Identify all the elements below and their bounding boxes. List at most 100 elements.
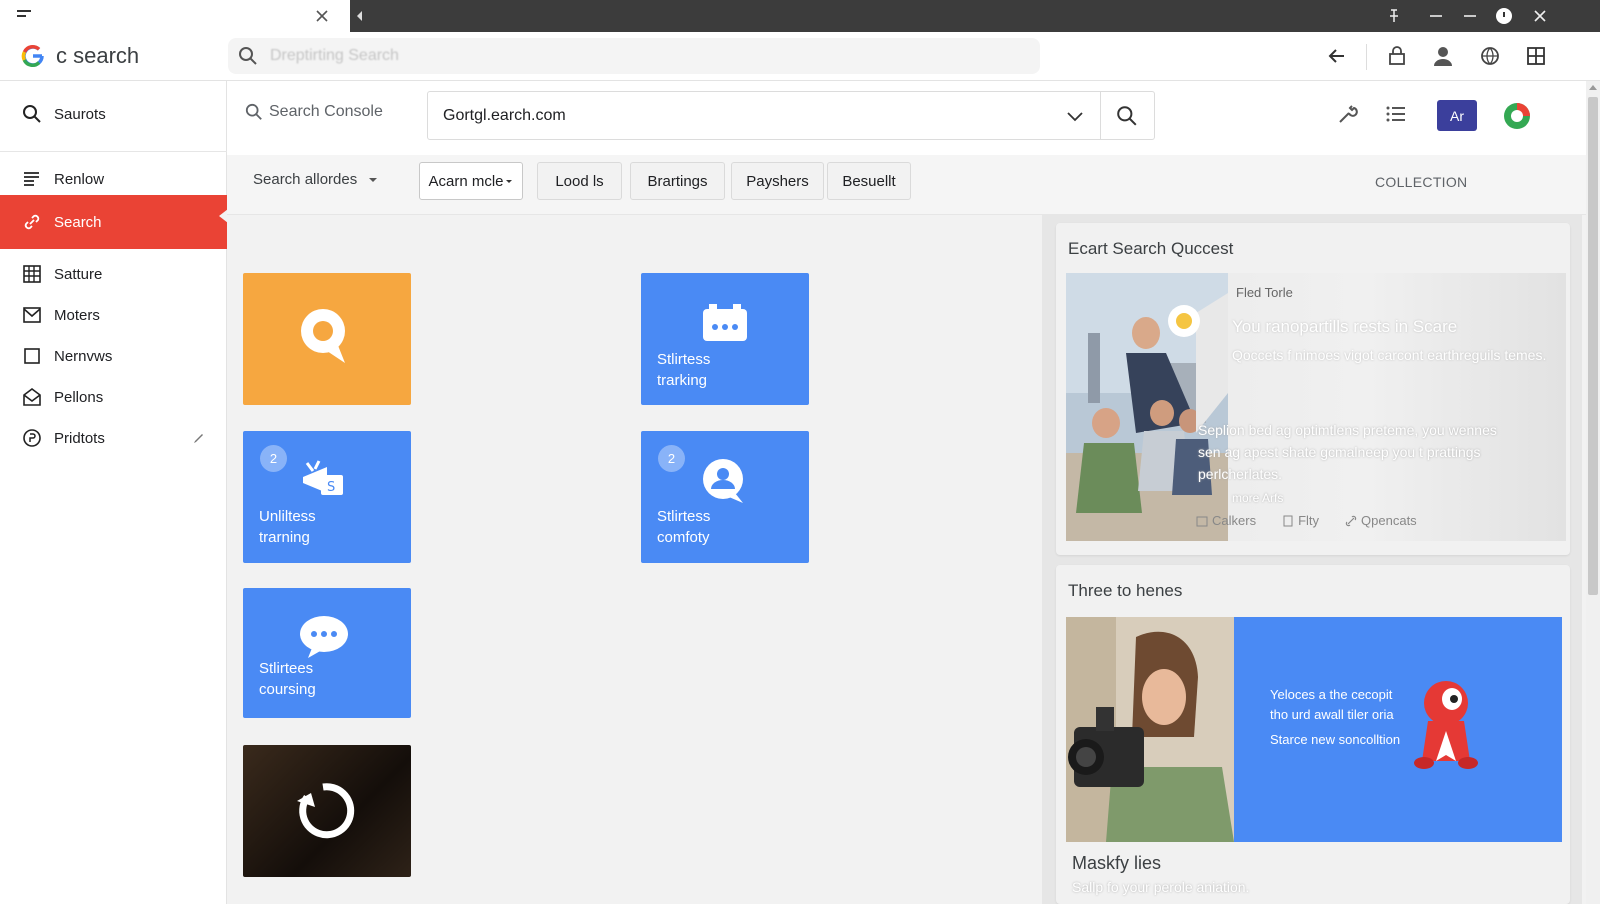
sidebar-item-nernvws[interactable]: Nernvws: [0, 335, 227, 377]
chip-label: Payshers: [746, 172, 809, 190]
sidebar-item-search[interactable]: Search: [0, 195, 228, 249]
action-qpencats[interactable]: Qpencats: [1345, 513, 1417, 528]
tile-stlirtess-trarking[interactable]: Stlirtess trarking: [641, 273, 809, 405]
grid-icon[interactable]: [1525, 45, 1547, 67]
chip-label: Besuellt: [842, 172, 896, 190]
lock-icon[interactable]: [1386, 45, 1408, 67]
action-label: Flty: [1298, 513, 1320, 528]
right-panel: Ecart Search Quccest Fled Torle You rano…: [1042, 215, 1582, 904]
sidebar-item-label: Saurots: [54, 105, 106, 123]
chip-besuellt[interactable]: Besuellt: [827, 162, 911, 200]
scrollbar-thumb[interactable]: [1588, 97, 1598, 595]
sidebar-item-pridtots[interactable]: Pridtots: [0, 417, 227, 459]
envelope-open-icon: [22, 387, 42, 407]
logo[interactable]: c search: [20, 38, 139, 74]
sidebar-item-label: Search: [54, 213, 102, 231]
action-label: Calkers: [1212, 513, 1257, 528]
sidebar-item-satture[interactable]: Satture: [0, 253, 227, 295]
svg-text:S: S: [327, 480, 335, 495]
restore-icon[interactable]: [1460, 6, 1480, 26]
hamburger-icon[interactable]: [14, 6, 34, 26]
card-kicker: Fled Torle: [1236, 285, 1293, 300]
sidebar-item-label: Pridtots: [54, 429, 105, 447]
top-search-bar[interactable]: Dreptirting Search: [228, 38, 1040, 74]
chip-lood-ls[interactable]: Lood ls: [537, 162, 622, 200]
collection-label[interactable]: COLLECTION: [1375, 174, 1467, 190]
action-flty[interactable]: Flty: [1282, 513, 1319, 528]
sidebar-item-pellons[interactable]: Pellons: [0, 376, 227, 418]
card-title: Ecart Search Quccest: [1068, 239, 1234, 258]
g-logo-icon: [20, 43, 46, 69]
chat-dots-icon: [298, 614, 350, 658]
wrench-icon[interactable]: [1337, 103, 1359, 125]
back-arrow-icon[interactable]: [350, 6, 370, 26]
filter-dropdown[interactable]: Search allordes: [253, 171, 379, 188]
close-tab-icon[interactable]: [312, 6, 332, 26]
title-bar-dark-area: [350, 0, 1600, 32]
sidebar-search-item[interactable]: Saurots: [0, 93, 227, 135]
coin-icon: [22, 428, 42, 448]
video-promo-card[interactable]: Three to henes Yeloces a the cecopit tho…: [1056, 565, 1570, 904]
action-calkers[interactable]: Calkers: [1196, 513, 1256, 528]
card-subtext: Qoccets f nimoes vigot carcont earthregu…: [1232, 347, 1547, 363]
list-view-icon[interactable]: [1385, 103, 1407, 125]
card-title: Three to henes: [1068, 581, 1183, 600]
tile-label-line1: Stlirtees: [259, 660, 314, 677]
tile-unliltess-trarning[interactable]: 2 S Unliltess trarning: [243, 431, 411, 563]
user-bubble-icon: [699, 457, 747, 505]
top-search-placeholder: Dreptirting Search: [270, 47, 399, 64]
overlay-line1: Yeloces a the cecopit: [1270, 687, 1393, 702]
minimize-icon[interactable]: [1426, 6, 1446, 26]
info-icon[interactable]: [1494, 6, 1514, 26]
tile-label-line2: comfoty: [657, 529, 710, 546]
link-icon: [1345, 515, 1357, 526]
calendar-icon: [701, 303, 749, 343]
mascot-character-image: [1414, 681, 1478, 769]
user-icon[interactable]: [1432, 45, 1454, 67]
edit-pencil-icon[interactable]: [192, 431, 206, 445]
chevron-down-icon[interactable]: [1065, 106, 1085, 126]
chip-brartings[interactable]: Brartings: [630, 162, 725, 200]
megaphone-icon: S: [299, 459, 345, 501]
search-icon: [238, 46, 258, 66]
back-arrow-icon[interactable]: [1326, 45, 1348, 67]
sidebar-item-moters[interactable]: Moters: [0, 294, 227, 336]
more-link[interactable]: more Arfs: [1232, 491, 1283, 505]
globe-icon[interactable]: [1479, 45, 1501, 67]
scroll-up-icon[interactable]: [1589, 84, 1597, 90]
caption-text: Sallp fo your perole aniation.: [1072, 879, 1250, 895]
profile-logo-icon[interactable]: [1502, 101, 1532, 131]
search-console-text: Search Console: [269, 103, 383, 120]
caret-down-icon: [369, 177, 378, 182]
tile-label-line1: Stlirtess: [657, 351, 711, 368]
card-actions: Calkers Flty Qpencats: [1196, 513, 1417, 528]
chip-payshers[interactable]: Payshers: [731, 162, 824, 200]
sidebar-item-renlow[interactable]: Renlow: [0, 158, 227, 200]
calendar-small-icon: [1196, 516, 1208, 526]
tile-orange[interactable]: [243, 273, 411, 405]
search-result-card[interactable]: Ecart Search Quccest Fled Torle You rano…: [1056, 223, 1570, 555]
sidebar-item-label: Renlow: [54, 170, 105, 188]
caret-down-icon: [505, 180, 512, 183]
tile-stlirtess-comfoty[interactable]: 2 Stlirtess comfoty: [641, 431, 809, 563]
overlay-line2: tho urd awall tiler oria: [1270, 707, 1394, 722]
search-console-label[interactable]: Search Console: [245, 103, 383, 121]
close-icon[interactable]: [1530, 6, 1550, 26]
pin-icon[interactable]: [1384, 6, 1404, 26]
tile-label-line2: trarking: [657, 372, 708, 389]
tile-stlirtees-coursing[interactable]: Stlirtees coursing: [243, 588, 411, 718]
table-icon: [22, 264, 42, 284]
chip-acarn-mcle[interactable]: Acarn mcle: [419, 162, 523, 200]
count-badge: 2: [658, 445, 685, 472]
chip-label: Acarn mcle: [428, 172, 504, 190]
search-submit-icon[interactable]: [1116, 105, 1138, 127]
tile-refresh[interactable]: [243, 745, 411, 877]
group-photo-image: [1066, 273, 1228, 541]
header: c search Dreptirting Search: [0, 32, 1600, 81]
chip-label: Lood ls: [555, 172, 604, 190]
url-input[interactable]: Gortgl.earch.com: [427, 91, 1155, 140]
tile-label-line1: Stlirtess: [657, 508, 711, 525]
sidebar: Saurots Renlow Search Satture Moters Ner…: [0, 81, 228, 904]
scrollbar[interactable]: [1586, 81, 1600, 904]
avatar[interactable]: Ar: [1437, 100, 1477, 131]
